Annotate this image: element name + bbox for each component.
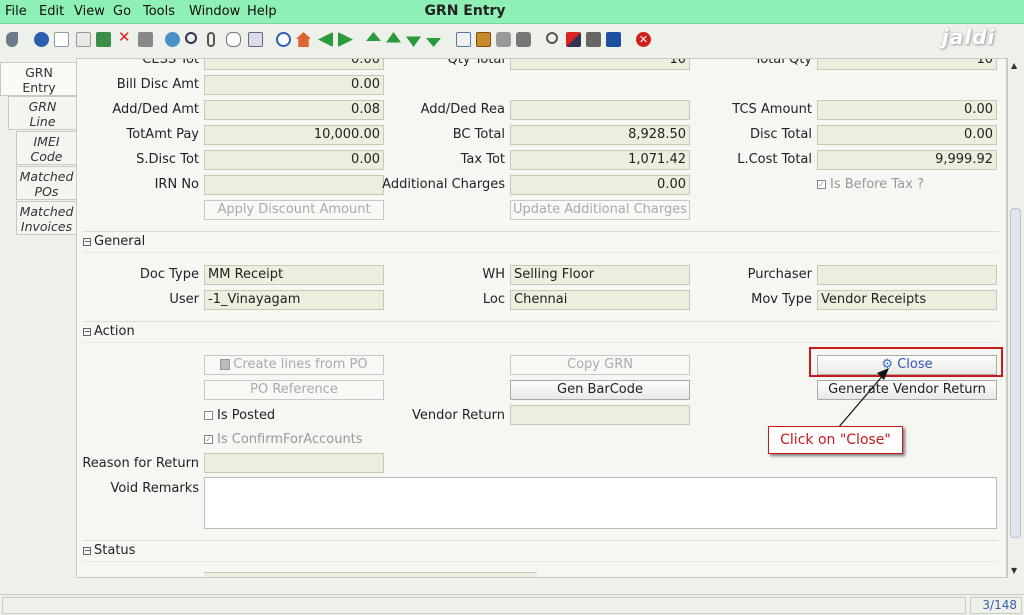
status-message-area <box>2 597 966 614</box>
callout-arrow <box>837 368 889 429</box>
scroll-up-icon[interactable]: ▲ <box>1011 61 1017 70</box>
vertical-scrollbar[interactable]: ▲ ▼ <box>1007 58 1022 578</box>
record-count: 3/148 <box>970 597 1022 614</box>
scrollbar-thumb[interactable] <box>1010 208 1021 538</box>
scroll-down-icon[interactable]: ▼ <box>1011 566 1017 575</box>
callout-text: Click on "Close" <box>780 432 891 448</box>
callout-box: Click on "Close" <box>768 426 903 454</box>
status-bar: 3/148 <box>0 594 1024 615</box>
